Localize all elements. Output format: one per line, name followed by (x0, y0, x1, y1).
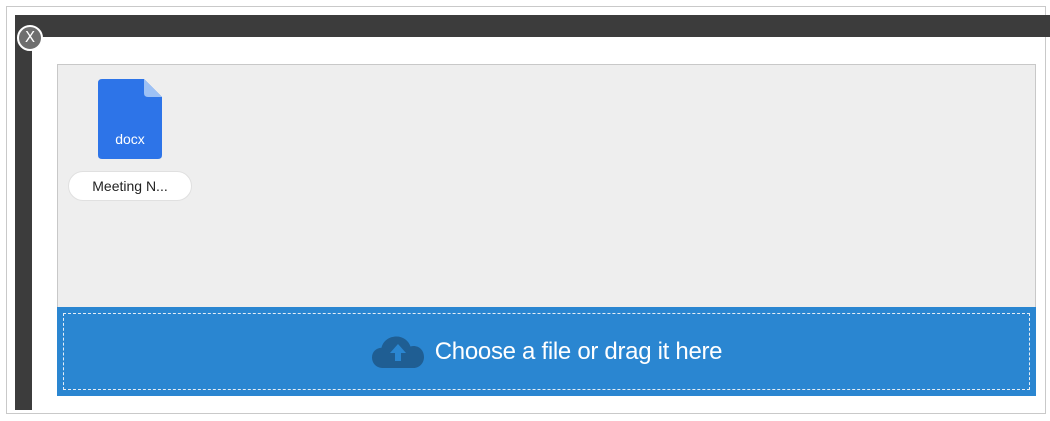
file-dropzone[interactable]: Choose a file or drag it here (57, 307, 1036, 396)
file-extension-label: docx (115, 131, 145, 147)
close-button[interactable]: X (17, 25, 43, 51)
docx-file-icon (98, 79, 162, 159)
dialog-top-bar (15, 15, 1050, 37)
dropzone-dashed-border: Choose a file or drag it here (63, 313, 1030, 390)
dialog-left-bar (15, 15, 32, 410)
cloud-upload-icon (371, 336, 424, 368)
file-item[interactable]: docx Meeting N... (66, 79, 196, 209)
dropzone-label: Choose a file or drag it here (434, 337, 723, 365)
dropzone-content: Choose a file or drag it here (64, 314, 1029, 389)
file-name-pill: Meeting N... (68, 171, 192, 201)
